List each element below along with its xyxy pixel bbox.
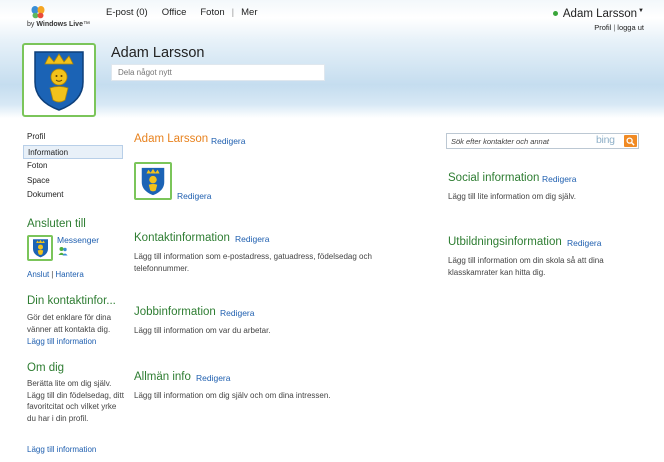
user-name: Adam Larsson: [562, 8, 638, 20]
sidebar-item-photos[interactable]: Foton: [23, 159, 123, 174]
general-section-title: Allmän info: [134, 371, 191, 383]
logo-tm: ™: [82, 21, 90, 28]
social-section-text: Lägg till lite information om dig själv.: [448, 192, 576, 201]
logo-text: by Windows Live™: [27, 21, 90, 28]
nav-photos[interactable]: Foton: [200, 7, 224, 18]
coat-of-arms-icon: [34, 51, 84, 111]
windows-live-logo[interactable]: by Windows Live™: [27, 3, 97, 33]
logo-brand: Windows Live: [36, 21, 83, 28]
windows-live-butterfly-icon: [31, 6, 45, 19]
nav-office[interactable]: Office: [162, 7, 187, 18]
general-section-edit[interactable]: Redigera: [196, 373, 231, 383]
connected-avatar[interactable]: [27, 235, 53, 261]
messenger-link[interactable]: Messenger: [57, 235, 99, 245]
user-name-menu[interactable]: Adam Larsson▼: [552, 8, 644, 20]
signout-link[interactable]: logga ut: [617, 23, 644, 32]
logo-by: by: [27, 21, 35, 28]
connected-heading: Ansluten till: [27, 218, 86, 230]
contact-info-text: Gör det enklare för dina vänner att kont…: [27, 313, 112, 334]
connected-actions: Anslut | Hantera: [27, 270, 84, 279]
work-section-text: Lägg till information om var du arbetar.: [134, 326, 271, 335]
about-text: Berätta lite om dig själv. Lägg till din…: [27, 379, 124, 423]
sidebar-nav: Profil Information Foton Space Dokument: [23, 130, 123, 203]
name-edit-link[interactable]: Redigera: [211, 136, 246, 146]
main-profile-name: Adam Larsson: [134, 133, 209, 145]
general-section-text: Lägg till information om dig själv och o…: [134, 391, 331, 400]
manage-link[interactable]: Hantera: [55, 270, 83, 279]
coat-of-arms-icon: [32, 239, 48, 258]
about-heading: Om dig: [27, 362, 65, 374]
bing-logo: bing: [596, 134, 615, 146]
contact-add-info-link[interactable]: Lägg till information: [27, 337, 96, 346]
nav-separator: |: [231, 7, 235, 18]
contact-section-text: Lägg till information som e-postadress, …: [134, 252, 372, 273]
contact-info-heading: Din kontaktinfor...: [27, 295, 116, 307]
link-separator: |: [613, 23, 616, 32]
magnifier-icon: [626, 136, 635, 146]
status-input[interactable]: [111, 64, 325, 81]
sidebar-item-profile[interactable]: Profil: [23, 130, 123, 145]
contact-section-title: Kontaktinformation: [134, 232, 230, 244]
connect-link[interactable]: Anslut: [27, 270, 49, 279]
nav-email[interactable]: E-post (0): [106, 7, 148, 18]
search-box: bing: [446, 133, 639, 149]
nav-more[interactable]: Mer: [241, 7, 257, 18]
profile-link[interactable]: Profil: [594, 23, 611, 32]
search-input[interactable]: [451, 135, 593, 147]
link-separator: |: [51, 270, 54, 279]
contact-section-edit[interactable]: Redigera: [235, 234, 270, 244]
sidebar-item-information[interactable]: Information: [23, 144, 123, 159]
avatar[interactable]: [22, 43, 96, 117]
about-add-info-link[interactable]: Lägg till information: [27, 445, 96, 454]
header-banner: by Windows Live™ E-post (0) Office Foton…: [0, 0, 664, 118]
education-section-text: Lägg till information om din skola så at…: [448, 256, 604, 277]
user-links: Profil | logga ut: [553, 23, 644, 32]
education-section-edit[interactable]: Redigera: [567, 238, 602, 248]
work-section-edit[interactable]: Redigera: [220, 308, 255, 318]
messenger-buddy-icon: [58, 247, 68, 256]
sidebar-item-space[interactable]: Space: [23, 174, 123, 189]
social-section-edit[interactable]: Redigera: [542, 174, 577, 184]
profile-picture[interactable]: [134, 162, 172, 200]
user-menu: Adam Larsson▼ Profil | logga ut: [552, 8, 644, 32]
coat-of-arms-icon: [141, 167, 165, 196]
profile-name: Adam Larsson: [111, 45, 205, 61]
social-section-title: Social information: [448, 172, 540, 184]
search-button[interactable]: [624, 135, 637, 147]
work-section-title: Jobbinformation: [134, 306, 216, 318]
education-section-title: Utbildningsinformation: [448, 236, 562, 248]
picture-edit-link[interactable]: Redigera: [177, 191, 212, 201]
presence-online-icon: [552, 11, 558, 17]
top-navigation: E-post (0) Office Foton | Mer: [106, 7, 258, 18]
sidebar-item-documents[interactable]: Dokument: [23, 188, 123, 203]
chevron-down-icon: ▼: [638, 8, 644, 14]
